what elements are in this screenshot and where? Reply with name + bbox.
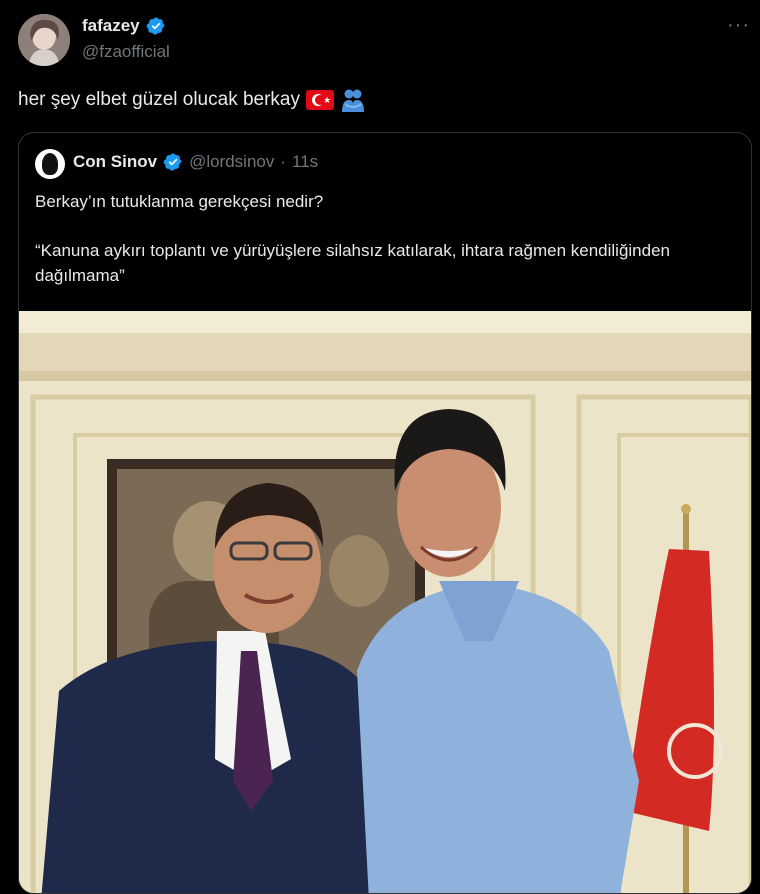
author-display-name[interactable]: fafazey	[82, 16, 140, 36]
quoted-author-handle[interactable]: @lordsinov	[189, 152, 274, 172]
photo-illustration	[19, 311, 751, 893]
quoted-tweet[interactable]: Con Sinov @lordsinov · 11s Berkay’ın tut…	[18, 132, 752, 894]
turkey-flag-icon: ★	[306, 90, 334, 110]
quoted-text-line-2: “Kanuna aykırı toplantı ve yürüyüşlere s…	[35, 241, 671, 285]
tweet-text-content: her şey elbet güzel olucak berkay	[18, 89, 300, 110]
verified-badge-icon	[146, 17, 165, 35]
quoted-text-line-1: Berkay’ın tutuklanma gerekçesi nedir?	[35, 192, 324, 211]
tweet-text: her şey elbet güzel olucak berkay ★	[18, 88, 366, 112]
author-avatar[interactable]	[18, 14, 70, 66]
people-hugging-icon	[342, 89, 364, 112]
more-options-icon[interactable]: ···	[727, 14, 750, 37]
quoted-author-name[interactable]: Con Sinov	[73, 152, 157, 172]
author-handle[interactable]: @fzaofficial	[82, 42, 170, 62]
verified-badge-icon	[163, 153, 182, 171]
quoted-timestamp[interactable]: 11s	[292, 152, 318, 172]
avatar-photo	[18, 14, 70, 66]
time-separator: ·	[280, 152, 287, 171]
quoted-tweet-text: Berkay’ın tutuklanma gerekçesi nedir? “K…	[35, 189, 735, 312]
attached-photo[interactable]	[19, 311, 751, 893]
quoted-author-avatar[interactable]	[35, 149, 65, 179]
